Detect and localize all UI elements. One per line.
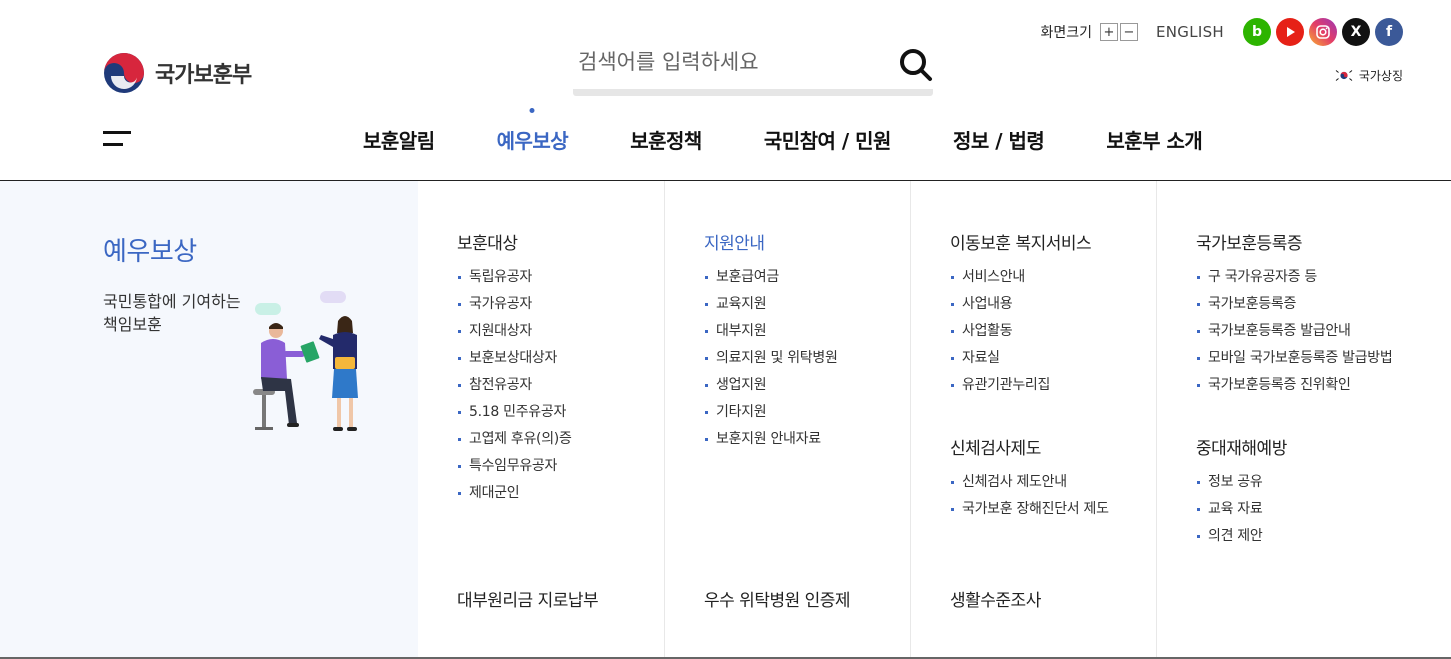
search-icon[interactable] — [899, 48, 933, 82]
menu-group-list: 독립유공자 국가유공자 지원대상자 보훈보상대상자 참전유공자 5.18 민주유… — [457, 270, 572, 513]
youtube-icon[interactable] — [1276, 18, 1304, 46]
menu-group-physical-exam: 신체검사제도 신체검사 제도안내 국가보훈 장해진단서 제도 — [950, 434, 1109, 529]
mega-col-2: 지원안내 보훈급여금 교육지원 대부지원 의료지원 및 위탁병원 생업지원 기타… — [664, 181, 910, 659]
menu-link[interactable]: 정보 공유 — [1196, 475, 1287, 502]
gnb-item-notice[interactable]: 보훈알림 — [363, 125, 435, 154]
menu-group-recipients: 보훈대상 독립유공자 국가유공자 지원대상자 보훈보상대상자 참전유공자 5.1… — [457, 229, 572, 513]
menu-link[interactable]: 서비스안내 — [950, 270, 1091, 297]
menu-link[interactable]: 사업활동 — [950, 324, 1091, 351]
gnb-item-policy[interactable]: 보훈정책 — [630, 125, 702, 154]
search-box — [573, 42, 933, 96]
national-symbol-link[interactable]: 국가상징 — [1333, 67, 1403, 84]
menu-link[interactable]: 신체검사 제도안내 — [950, 475, 1109, 502]
gnb-item-compensation[interactable]: 예우보상 — [497, 125, 569, 154]
menu-link[interactable]: 생업지원 — [704, 378, 838, 405]
menu-group-support: 지원안내 보훈급여금 교육지원 대부지원 의료지원 및 위탁병원 생업지원 기타… — [704, 229, 838, 459]
mega-col-1: 보훈대상 독립유공자 국가유공자 지원대상자 보훈보상대상자 참전유공자 5.1… — [418, 181, 664, 659]
search-input[interactable] — [578, 42, 888, 82]
menu-link[interactable]: 국가유공자 — [457, 297, 572, 324]
menu-link-living-survey[interactable]: 생활수준조사 — [950, 586, 1041, 611]
menu-group-mobile-welfare: 이동보훈 복지서비스 서비스안내 사업내용 사업활동 자료실 유관기관누리집 — [950, 229, 1092, 405]
font-size-plus-button[interactable]: + — [1099, 23, 1118, 41]
menu-link[interactable]: 의료지원 및 위탁병원 — [704, 351, 838, 378]
mega-intro-title: 예우보상 — [103, 237, 197, 267]
menu-link[interactable]: 자료실 — [950, 351, 1091, 378]
menu-group-disaster-prevention: 중대재해예방 정보 공유 교육 자료 의견 제안 — [1196, 434, 1287, 556]
font-size-minus-button[interactable]: − — [1119, 23, 1138, 41]
menu-link[interactable]: 국가보훈등록증 발급안내 — [1196, 324, 1392, 351]
menu-link[interactable]: 5.18 민주유공자 — [457, 405, 572, 432]
menu-group-list: 구 국가유공자증 등 국가보훈등록증 국가보훈등록증 발급안내 모바일 국가보훈… — [1196, 270, 1393, 405]
menu-link[interactable]: 지원대상자 — [457, 324, 572, 351]
site-logo[interactable]: 국가보훈부 — [103, 52, 252, 94]
menu-group-title[interactable]: 보훈대상 — [457, 229, 572, 254]
menu-group-title[interactable]: 지원안내 — [704, 229, 838, 254]
site-header: 국가보훈부 화면크기 + − ENGLISH b X f — [0, 0, 1451, 181]
menu-link[interactable]: 국가보훈등록증 진위확인 — [1196, 378, 1392, 405]
menu-link[interactable]: 의견 제안 — [1196, 529, 1287, 556]
utility-bar: 화면크기 + − ENGLISH b X f — [1040, 18, 1403, 46]
menu-group-list: 서비스안내 사업내용 사업활동 자료실 유관기관누리집 — [950, 270, 1091, 405]
menu-link[interactable]: 교육 자료 — [1196, 502, 1287, 529]
menu-link[interactable]: 보훈급여금 — [704, 270, 838, 297]
national-symbol-label: 국가상징 — [1358, 69, 1403, 83]
global-nav: 보훈알림 예우보상 보훈정책 국민참여 / 민원 정보 / 법령 보훈부 소개 — [363, 125, 1264, 154]
menu-link[interactable]: 대부지원 — [704, 324, 838, 351]
menu-link[interactable]: 교육지원 — [704, 297, 838, 324]
menu-link[interactable]: 국가보훈 장해진단서 제도 — [950, 502, 1109, 529]
menu-group-title[interactable]: 이동보훈 복지서비스 — [950, 229, 1092, 254]
korean-flag-icon — [1333, 68, 1354, 83]
menu-link[interactable]: 모바일 국가보훈등록증 발급방법 — [1196, 351, 1393, 378]
menu-link[interactable]: 제대군인 — [457, 486, 572, 513]
menu-link[interactable]: 유관기관누리집 — [950, 378, 1091, 405]
gnb-item-about[interactable]: 보훈부 소개 — [1106, 125, 1202, 154]
x-icon[interactable]: X — [1342, 18, 1370, 46]
menu-link[interactable]: 특수임무유공자 — [457, 459, 572, 486]
gnb-item-info-law[interactable]: 정보 / 법령 — [953, 125, 1045, 154]
font-size-control: 화면크기 + − — [1040, 22, 1138, 42]
menu-link[interactable]: 구 국가유공자증 등 — [1196, 270, 1392, 297]
menu-group-title[interactable]: 중대재해예방 — [1196, 434, 1287, 459]
consultation-illustration — [253, 291, 358, 431]
logo-text: 국가보훈부 — [155, 63, 252, 88]
instagram-icon[interactable] — [1309, 18, 1337, 46]
menu-group-registration-card: 국가보훈등록증 구 국가유공자증 등 국가보훈등록증 국가보훈등록증 발급안내 … — [1196, 229, 1393, 405]
menu-link[interactable]: 국가보훈등록증 — [1196, 297, 1392, 324]
mega-col-3: 이동보훈 복지서비스 서비스안내 사업내용 사업활동 자료실 유관기관누리집 신… — [910, 181, 1156, 659]
menu-group-list: 보훈급여금 교육지원 대부지원 의료지원 및 위탁병원 생업지원 기타지원 보훈… — [704, 270, 838, 459]
menu-link[interactable]: 기타지원 — [704, 405, 838, 432]
menu-link[interactable]: 참전유공자 — [457, 378, 572, 405]
menu-group-title[interactable]: 신체검사제도 — [950, 434, 1109, 459]
gnb-item-participation[interactable]: 국민참여 / 민원 — [764, 125, 892, 154]
font-size-label: 화면크기 — [1040, 25, 1092, 41]
menu-group-title[interactable]: 국가보훈등록증 — [1196, 229, 1392, 254]
menu-group-list: 신체검사 제도안내 국가보훈 장해진단서 제도 — [950, 475, 1109, 529]
menu-link[interactable]: 독립유공자 — [457, 270, 572, 297]
menu-link-hospital-cert[interactable]: 우수 위탁병원 인증제 — [704, 586, 851, 611]
all-menu-button[interactable] — [103, 131, 131, 147]
blog-icon[interactable]: b — [1243, 18, 1271, 46]
english-link[interactable]: ENGLISH — [1156, 23, 1224, 41]
menu-group-list: 정보 공유 교육 자료 의견 제안 — [1196, 475, 1287, 556]
mega-intro: 예우보상 국민통합에 기여하는 책임보훈 — [0, 181, 418, 659]
menu-link[interactable]: 고엽제 후유(의)증 — [457, 432, 572, 459]
mega-menu: 예우보상 국민통합에 기여하는 책임보훈 보훈대상 독립유공자 국가유공자 지원… — [0, 181, 1451, 659]
menu-link[interactable]: 보훈보상대상자 — [457, 351, 572, 378]
mega-col-4: 국가보훈등록증 구 국가유공자증 등 국가보훈등록증 국가보훈등록증 발급안내 … — [1156, 181, 1451, 659]
menu-link-loan-giro[interactable]: 대부원리금 지로납부 — [457, 586, 599, 611]
menu-link[interactable]: 사업내용 — [950, 297, 1091, 324]
facebook-icon[interactable]: f — [1375, 18, 1403, 46]
taegeuk-logo-icon — [104, 53, 144, 93]
menu-link[interactable]: 보훈지원 안내자료 — [704, 432, 838, 459]
